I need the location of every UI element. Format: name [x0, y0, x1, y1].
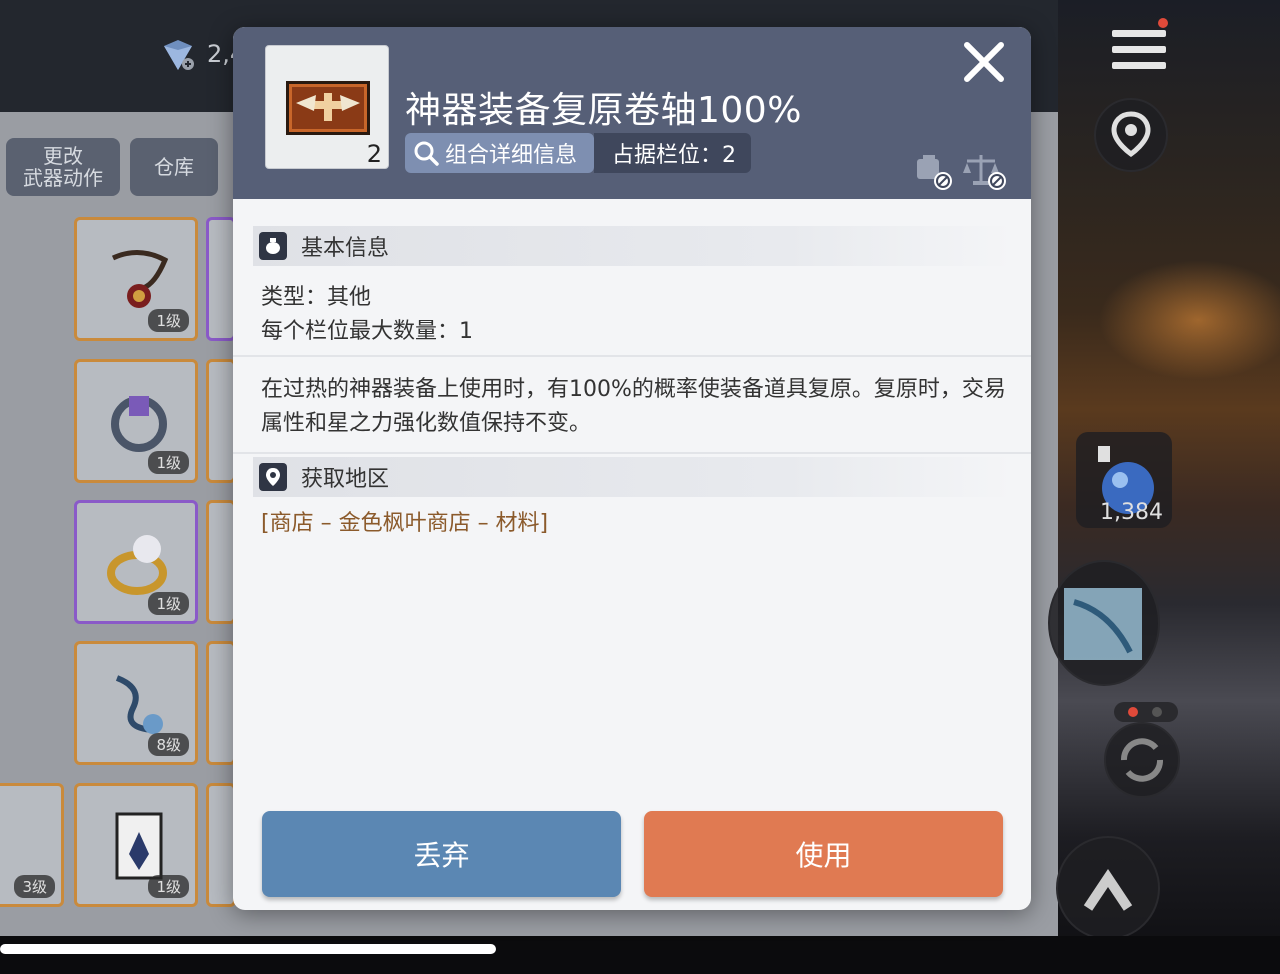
inventory-slot[interactable]: 1级 [74, 783, 198, 907]
item-icon-box: 2 [265, 45, 389, 169]
dialog-header: 2 神器装备复原卷轴100% 组合详细信息 占据栏位：2 [233, 27, 1031, 199]
item-description: 在过热的神器装备上使用时，有100%的概率使装备道具复原。复原时，交易属性和星之… [261, 377, 1006, 436]
bow-skill-icon [1064, 588, 1142, 660]
basic-info-header: 基本信息 [253, 226, 1013, 266]
inventory-slot[interactable] [206, 359, 236, 483]
inventory-slot[interactable] [206, 500, 236, 624]
discard-button[interactable]: 丢弃 [262, 811, 621, 897]
map-icon [1111, 111, 1151, 158]
inventory-slot[interactable] [206, 217, 236, 341]
close-icon[interactable] [961, 39, 1007, 85]
map-pin-icon [259, 463, 287, 491]
search-icon [414, 141, 439, 166]
slot-occupancy: 占据栏位：2 [594, 133, 751, 173]
card-icon [115, 812, 163, 880]
inventory-slot[interactable]: 3级 [0, 783, 64, 907]
ring-icon [107, 535, 167, 595]
source-location-link[interactable]: [商店 – 金色枫叶商店 – 材料] [261, 505, 548, 537]
jump-icon [1083, 868, 1133, 911]
storage-tab[interactable]: 仓库 [130, 138, 218, 196]
gem-icon [164, 40, 194, 70]
item-max-stack: 每个栏位最大数量：1 [261, 319, 473, 344]
item-title: 神器装备复原卷轴100% [405, 90, 802, 131]
item-detail-dialog: 2 神器装备复原卷轴100% 组合详细信息 占据栏位：2 基本信息 类型：其他 … [233, 27, 1031, 910]
bag-icon [259, 232, 287, 260]
untradeable-icon [917, 155, 952, 190]
inventory-slot[interactable] [206, 641, 236, 765]
item-quantity: 2 [366, 140, 382, 168]
scroll-icon [286, 81, 370, 135]
refresh-icon [1121, 738, 1163, 782]
page-indicator [1114, 702, 1178, 722]
skill-quickslot[interactable] [1048, 560, 1160, 686]
basic-info-title: 基本信息 [301, 236, 390, 261]
bottom-strip [0, 936, 1280, 974]
home-indicator[interactable] [0, 944, 496, 954]
change-weapon-motion-tab[interactable]: 更改 武器动作 [6, 138, 120, 196]
combination-detail-label: 组合详细信息 [445, 143, 578, 168]
balance-icon [963, 155, 1006, 190]
necklace-icon [111, 250, 169, 308]
divider [233, 452, 1031, 454]
divider [233, 355, 1031, 357]
jump-button[interactable] [1056, 836, 1160, 940]
auto-button[interactable] [1104, 722, 1180, 798]
inventory-slot[interactable]: 1级 [74, 500, 198, 624]
inventory-slot[interactable]: 8级 [74, 641, 198, 765]
use-button[interactable]: 使用 [644, 811, 1003, 897]
ring-icon [111, 396, 167, 452]
menu-icon[interactable] [1112, 30, 1166, 74]
inventory-slot[interactable]: 1级 [74, 217, 198, 341]
potion-count: 1,384 [1100, 500, 1163, 525]
pendant-icon [115, 675, 163, 734]
inventory-slot[interactable]: 1级 [74, 359, 198, 483]
source-header: 获取地区 [253, 457, 1013, 497]
notification-dot [1158, 18, 1168, 28]
map-button[interactable] [1094, 98, 1168, 172]
item-type: 类型：其他 [261, 285, 372, 310]
inventory-slot[interactable] [206, 783, 236, 907]
combination-detail-button[interactable]: 组合详细信息 [405, 133, 594, 173]
source-title: 获取地区 [301, 467, 390, 492]
